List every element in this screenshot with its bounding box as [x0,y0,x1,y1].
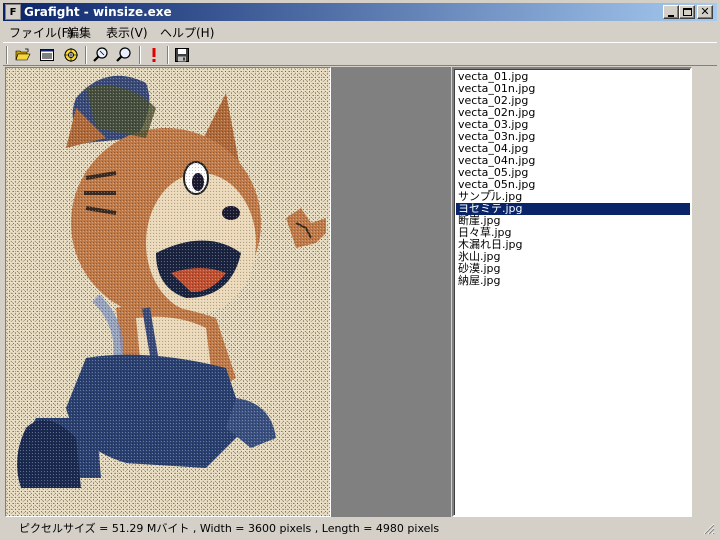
minimize-button[interactable] [663,5,679,19]
maximize-icon [683,8,692,16]
menu-bar: ファイル(F) 編集 表示(V) ヘルプ(H) [3,22,717,41]
save-icon [175,48,189,62]
zoom-in-icon [93,47,108,62]
window-title: Grafight - winsize.exe [24,5,172,19]
menu-help[interactable]: ヘルプ(H) [160,24,214,41]
open-folder-icon [15,48,31,61]
toolbar-separator [85,46,87,64]
preview-image [6,68,330,516]
image-preview[interactable] [5,67,331,517]
app-window: F Grafight - winsize.exe ✕ ファイル(F) 編集 表示… [0,0,720,540]
file-list-item[interactable]: 納屋.jpg [456,275,690,287]
zoom-out-button[interactable] [113,45,135,65]
resize-grip-icon[interactable] [703,523,715,535]
zoom-in-button[interactable] [90,45,112,65]
alert-icon [152,48,156,62]
status-bar: ピクセルサイズ = 51.29 Mバイト , Width = 3600 pixe… [3,518,717,537]
list-view-icon [40,49,54,61]
toolbar-separator [139,46,141,64]
open-button[interactable] [12,45,34,65]
app-icon[interactable]: F [5,4,21,20]
minimize-icon [668,15,674,17]
maximize-button[interactable] [679,5,695,19]
target-button[interactable] [60,45,82,65]
file-list-button[interactable] [36,45,58,65]
close-button[interactable]: ✕ [697,5,713,19]
toolbar-separator [167,46,169,64]
menu-edit[interactable]: 編集 [67,24,91,41]
zoom-out-icon [116,47,131,62]
alert-button[interactable] [143,45,165,65]
target-icon [64,48,78,62]
menu-file[interactable]: ファイル(F) [9,24,73,41]
close-icon: ✕ [700,5,710,18]
menu-view[interactable]: 表示(V) [106,24,148,41]
file-list[interactable]: vecta_01.jpg vecta_01n.jpg vecta_02.jpg … [452,67,692,517]
toolbar [3,42,717,66]
save-button[interactable] [171,45,193,65]
status-text: ピクセルサイズ = 51.29 Mバイト , Width = 3600 pixe… [19,522,440,535]
toolbar-separator [6,46,8,64]
title-bar[interactable]: F Grafight - winsize.exe ✕ [3,3,717,21]
empty-canvas-area [331,67,451,517]
